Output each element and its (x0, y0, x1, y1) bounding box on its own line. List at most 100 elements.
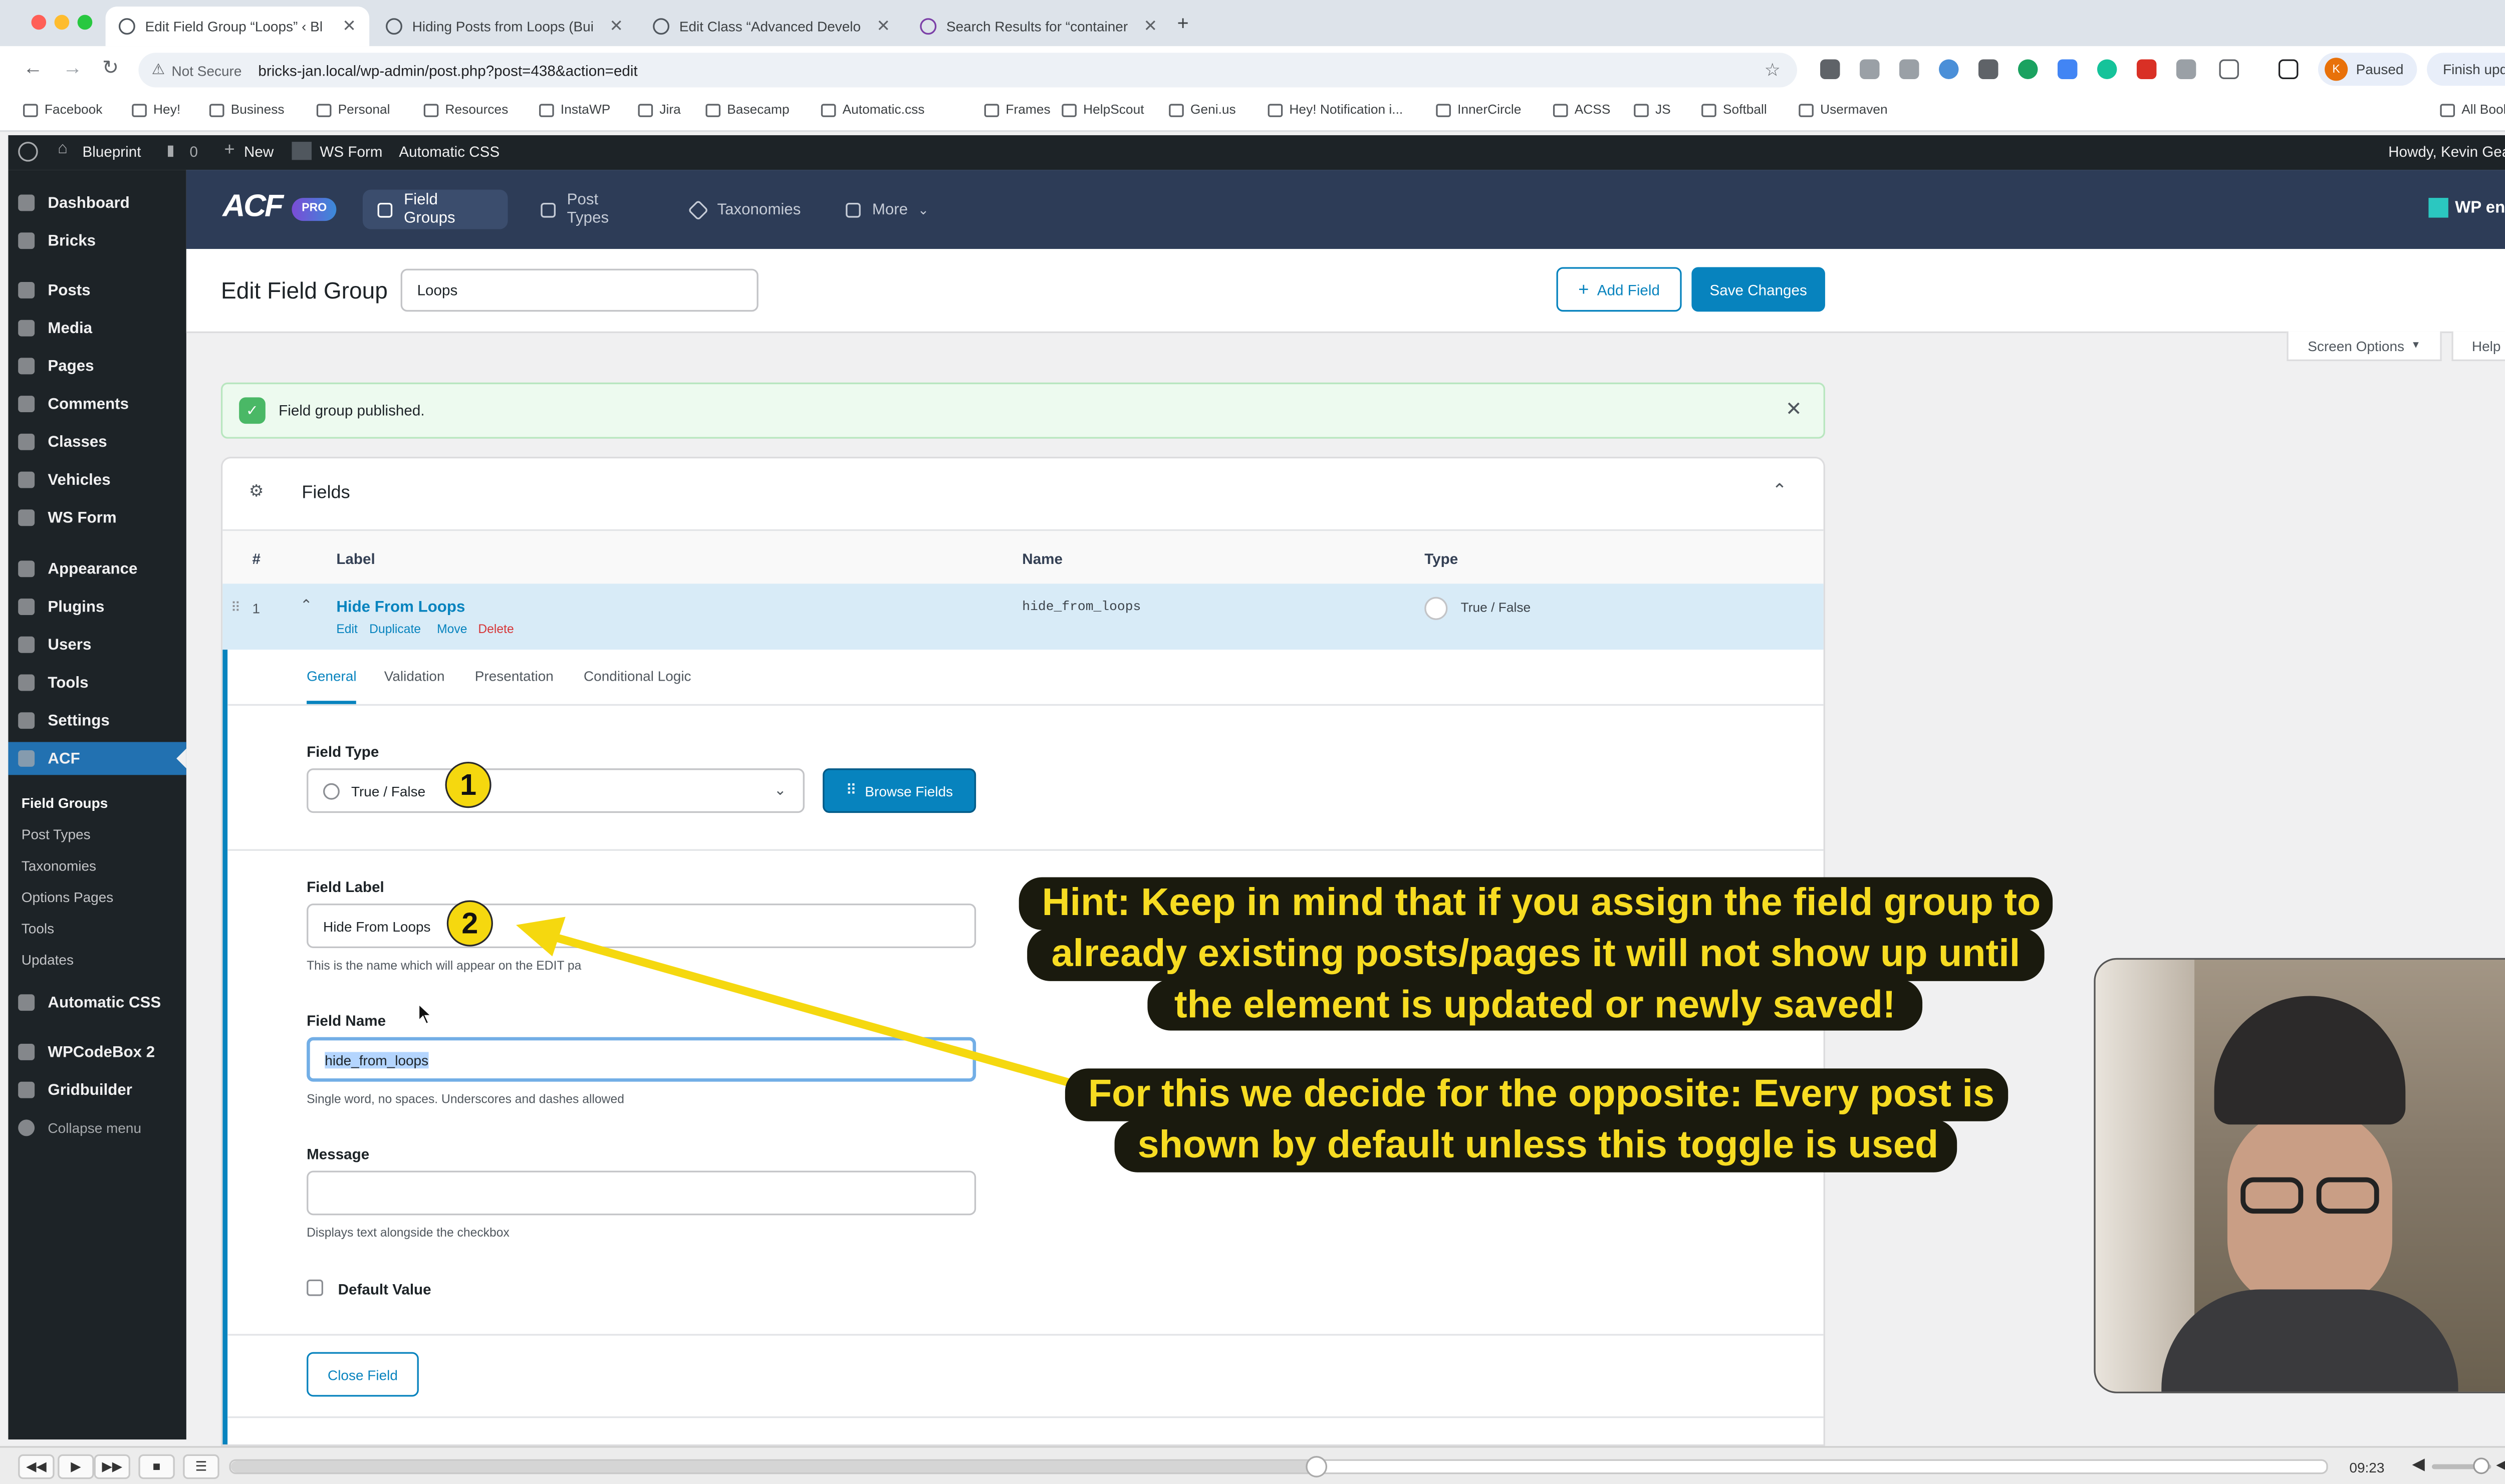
tab-validation[interactable]: Validation (384, 668, 445, 684)
bookmark-item[interactable]: InstaWP (539, 102, 610, 117)
sidebar-item-plugins[interactable]: Plugins (8, 590, 186, 624)
sidebar-item-comments[interactable]: Comments (8, 388, 186, 421)
bookmark-item[interactable]: JS (1634, 102, 1671, 117)
extension-icon[interactable] (2018, 59, 2038, 80)
tab-field-groups[interactable]: Field Groups (362, 189, 508, 229)
message-input[interactable] (307, 1170, 976, 1216)
drag-handle-icon[interactable]: ⠿ (231, 600, 240, 615)
sidebar-item-wpcodebox-2[interactable]: WPCodeBox 2 (8, 1036, 186, 1069)
edit-field-link[interactable]: Edit (336, 622, 358, 637)
camera-icon[interactable] (1899, 59, 1919, 80)
volume-slider[interactable] (2431, 1457, 2491, 1474)
bookmark-star-icon[interactable]: ☆ (1765, 60, 1781, 81)
new-link[interactable]: New (244, 143, 274, 160)
extensions-puzzle-icon[interactable] (2219, 59, 2239, 80)
rewind-icon[interactable]: ◀◀ (18, 1454, 55, 1479)
bookmark-item[interactable]: Jira (638, 102, 681, 117)
extension-icon[interactable] (2136, 59, 2157, 80)
extension-icon[interactable] (1860, 59, 1880, 80)
reload-icon[interactable]: ↻ (102, 56, 119, 79)
bookmark-item[interactable]: Geni.us (1169, 102, 1236, 117)
sidebar-item-gridbuilder[interactable]: Gridbuilder (8, 1073, 186, 1106)
bookmark-item[interactable]: Hey! (132, 102, 180, 117)
howdy-user[interactable]: Howdy, Kevin Geary (2388, 143, 2505, 160)
grammarly-icon[interactable] (2097, 59, 2117, 80)
video-progress-track[interactable] (229, 1456, 2328, 1477)
site-name-link[interactable]: Blueprint (83, 143, 141, 160)
sidebar-item-vehicles[interactable]: Vehicles (8, 463, 186, 496)
sidebar-item-appearance[interactable]: Appearance (8, 552, 186, 585)
bookmark-item[interactable]: InnerCircle (1436, 102, 1521, 117)
browse-fields-button[interactable]: ⠿ Browse Fields (823, 768, 976, 813)
collapse-row-chevron-icon[interactable]: ⌃ (300, 597, 313, 615)
browser-tab-4[interactable]: Search Results for “container ✕ (907, 7, 1171, 46)
submenu-item-updates[interactable]: Updates (22, 952, 74, 968)
tab-presentation[interactable]: Presentation (475, 668, 554, 684)
volume-icon[interactable]: ◀ (2412, 1456, 2424, 1474)
dismiss-notice-icon[interactable]: ✕ (1786, 397, 1802, 420)
submenu-item-taxonomies[interactable]: Taxonomies (22, 857, 96, 874)
collapse-chevron-icon[interactable]: ⌃ (1772, 480, 1787, 501)
browser-tab-3[interactable]: Edit Class “Advanced Develo ✕ (640, 7, 904, 46)
forward-arrow-icon[interactable]: → (63, 56, 82, 79)
bookmark-item[interactable]: Automatic.css (821, 102, 924, 117)
all-bookmarks-button[interactable]: All Bookmarks (2440, 102, 2505, 117)
close-tab-icon[interactable]: ✕ (867, 18, 890, 36)
extension-icon[interactable] (2057, 59, 2078, 80)
extension-icon[interactable] (2176, 59, 2196, 80)
finish-update-button[interactable]: Finish update ⋮ (2427, 53, 2505, 86)
add-field-button[interactable]: + Add Field (1556, 267, 1682, 312)
help-button[interactable]: Help▼ (2451, 331, 2505, 361)
submenu-item-options-pages[interactable]: Options Pages (22, 889, 114, 906)
bookmark-item[interactable]: Resources (423, 102, 508, 117)
play-icon[interactable]: ▶ (58, 1454, 94, 1479)
extension-pen-icon[interactable] (1820, 59, 1840, 80)
volume-knob[interactable] (2473, 1457, 2490, 1474)
collapse-menu-button[interactable]: Collapse menu (8, 1111, 186, 1144)
bookmark-item[interactable]: Softball (1701, 102, 1767, 117)
bookmark-item[interactable]: ACSS (1553, 102, 1610, 117)
close-window-button[interactable] (31, 15, 47, 30)
sidebar-item-media[interactable]: Media (8, 312, 186, 345)
close-tab-icon[interactable]: ✕ (332, 18, 356, 36)
chapters-icon[interactable]: ☰ (183, 1454, 219, 1479)
submenu-item-post-types[interactable]: Post Types (22, 826, 91, 842)
close-tab-icon[interactable]: ✕ (1134, 18, 1158, 36)
profile-button[interactable]: K Paused (2318, 53, 2417, 86)
wordpress-logo-icon[interactable] (18, 142, 38, 162)
sidebar-item-dashboard[interactable]: Dashboard (8, 186, 186, 219)
close-field-button[interactable]: Close Field (307, 1352, 419, 1397)
comments-count[interactable]: 0 (189, 143, 198, 160)
minimize-window-button[interactable] (54, 15, 70, 30)
sidebar-item-classes[interactable]: Classes (8, 425, 186, 458)
submenu-item-field-groups[interactable]: Field Groups (22, 795, 108, 811)
comments-icon[interactable]: ▮ (166, 142, 174, 160)
field-type-select[interactable]: True / False ⌄ (307, 768, 805, 813)
sidebar-item-users[interactable]: Users (8, 628, 186, 661)
close-tab-icon[interactable]: ✕ (600, 18, 623, 36)
screen-options-button[interactable]: Screen Options ▼ (2287, 331, 2442, 361)
tab-conditional-logic[interactable]: Conditional Logic (584, 668, 691, 684)
bookmark-item[interactable]: Usermaven (1799, 102, 1888, 117)
default-value-checkbox[interactable] (307, 1279, 324, 1296)
bookmark-item[interactable]: Facebook (23, 102, 102, 117)
back-arrow-icon[interactable]: ← (23, 56, 43, 79)
sidepanel-icon[interactable] (2278, 59, 2299, 80)
browser-tab-2[interactable]: Hiding Posts from Loops (Bui ✕ (373, 7, 637, 46)
field-row[interactable]: ⠿ 1 ⌃ Hide From Loops Edit Duplicate Mov… (222, 583, 1824, 650)
sidebar-item-settings[interactable]: Settings (8, 704, 186, 737)
video-scrubber[interactable] (1306, 1456, 1328, 1477)
move-field-link[interactable]: Move (437, 622, 467, 637)
sidebar-item-pages[interactable]: Pages (8, 350, 186, 383)
extension-icon[interactable] (1978, 59, 1998, 80)
group-title-input[interactable]: Loops (400, 268, 759, 312)
bookmark-item[interactable]: Basecamp (705, 102, 790, 117)
save-changes-button[interactable]: Save Changes (1691, 267, 1825, 312)
delete-field-link[interactable]: Delete (478, 622, 514, 637)
stop-icon[interactable]: ■ (138, 1454, 175, 1479)
sidebar-item-acf[interactable]: ACF (8, 742, 186, 775)
field-label-input[interactable]: Hide From Loops (307, 904, 976, 949)
sidebar-item-posts[interactable]: Posts (8, 274, 186, 307)
bookmark-item[interactable]: HelpScout (1062, 102, 1144, 117)
ws-form-link[interactable]: WS Form (320, 143, 382, 160)
